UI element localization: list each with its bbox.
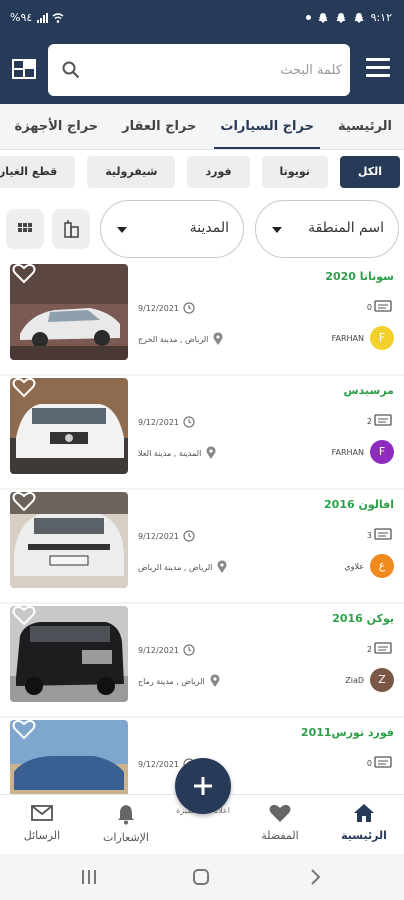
comment-count: 0 — [367, 756, 392, 770]
tab-devices[interactable]: حراج الأجهزة — [3, 104, 111, 149]
clock-icon — [183, 644, 195, 656]
battery-percent: %٩٤ — [10, 11, 33, 24]
system-nav-bar — [0, 854, 404, 900]
location-pin-icon — [213, 332, 223, 345]
back-icon[interactable] — [306, 868, 324, 886]
home-icon — [354, 804, 374, 822]
listing-title: يوكن 2016 — [332, 612, 394, 625]
status-bar: %٩٤ ٩:١٢ — [0, 0, 404, 38]
category-chips: الكل تويوتا فورد شيفرولية قطع الغيار — [0, 156, 404, 192]
clock-icon — [183, 302, 195, 314]
listing-date: 9/12/2021 — [138, 302, 195, 314]
main-tabs: الرئيسية حراج السيارات حراج العقار حراج … — [0, 104, 404, 150]
list-item[interactable]: افالون 2016 3 9/12/2021 الرياض , مدينة ا… — [0, 490, 404, 602]
heart-icon[interactable] — [12, 604, 36, 626]
notification-dot-icon — [305, 15, 311, 20]
listing-location: المدينة , مدينة العلا — [138, 446, 217, 460]
listing-location: الرياض , مدينة رماح — [138, 674, 221, 688]
home-button-icon[interactable] — [192, 868, 210, 886]
grid-view-button[interactable] — [6, 209, 44, 249]
listing-user[interactable]: FARHAN F — [332, 440, 394, 464]
comment-icon — [374, 642, 392, 654]
listing-location: الرياض , مدينة الخرج — [138, 332, 224, 346]
recent-apps-icon[interactable] — [80, 868, 98, 886]
nav-home[interactable]: الرئيسية — [324, 803, 404, 842]
search-box — [48, 44, 350, 96]
plus-icon — [194, 777, 212, 795]
listing-date: 9/12/2021 — [138, 644, 195, 656]
mail-icon — [31, 805, 53, 821]
listing-title: افالون 2016 — [324, 498, 394, 511]
avatar: F — [370, 326, 394, 350]
chip-toyota[interactable]: تويوتا — [261, 156, 328, 188]
chip-chevrolet[interactable]: شيفرولية — [87, 156, 176, 188]
location-pin-icon — [217, 560, 227, 573]
location-pin-icon — [210, 674, 220, 687]
snapchat-icon — [318, 12, 328, 23]
wifi-icon — [52, 12, 64, 23]
add-listing-button[interactable] — [175, 758, 231, 814]
list-item[interactable]: يوكن 2016 2 9/12/2021 الرياض , مدينة رما… — [0, 604, 404, 716]
tab-home[interactable]: الرئيسية — [326, 104, 404, 149]
listing-list: سوناتا 2020 0 9/12/2021 الرياض , مدينة ا… — [0, 262, 404, 794]
bell-icon — [118, 805, 134, 825]
listing-user[interactable]: ZiaD Z — [345, 668, 394, 692]
avatar: Z — [370, 668, 394, 692]
listing-location: الرياض , مدينة الرياض — [138, 560, 228, 574]
listing-title: فورد تورس2011 — [300, 726, 394, 739]
listing-user[interactable]: FARHAN F — [332, 326, 394, 350]
comment-count: 2 — [367, 642, 392, 656]
comment-icon — [374, 414, 392, 426]
listing-title: مرسيدس — [343, 384, 395, 397]
heart-icon — [269, 804, 291, 822]
avatar: F — [370, 440, 394, 464]
listing-date: 9/12/2021 — [138, 530, 195, 542]
chevron-down-icon — [117, 227, 127, 233]
snapchat-icon — [354, 12, 364, 23]
listing-date: 9/12/2021 — [138, 416, 195, 428]
chip-all[interactable]: الكل — [339, 156, 400, 188]
clock: ٩:١٢ — [370, 11, 392, 24]
chip-ford[interactable]: فورد — [187, 156, 250, 188]
comment-count: 0 — [367, 300, 392, 314]
layout-toggle-icon[interactable] — [12, 57, 36, 81]
tab-cars[interactable]: حراج السيارات — [208, 104, 326, 149]
building-icon — [64, 220, 79, 238]
location-pin-icon — [206, 446, 216, 459]
signal-icon — [37, 12, 49, 23]
region-select-label: اسم المنطقة — [308, 220, 384, 236]
nav-favorites[interactable]: المفضلة — [240, 803, 320, 842]
snapchat-icon — [336, 12, 346, 23]
comment-count: 2 — [367, 414, 392, 428]
search-icon[interactable] — [62, 61, 80, 79]
search-input[interactable] — [92, 44, 342, 96]
comment-icon — [374, 528, 392, 540]
nav-messages[interactable]: الرسائل — [2, 803, 82, 842]
chip-spare-parts[interactable]: قطع الغيار — [0, 156, 76, 188]
comment-count: 3 — [367, 528, 392, 542]
heart-icon[interactable] — [12, 262, 36, 284]
listing-user[interactable]: علاوي ع — [344, 554, 394, 578]
app-header — [0, 38, 404, 104]
list-item[interactable]: سوناتا 2020 0 9/12/2021 الرياض , مدينة ا… — [0, 262, 404, 374]
comment-icon — [374, 756, 392, 768]
chevron-down-icon — [272, 227, 282, 233]
city-select[interactable]: المدينة — [100, 200, 244, 258]
clock-icon — [183, 530, 195, 542]
list-item[interactable]: مرسيدس 2 9/12/2021 المدينة , مدينة العلا… — [0, 376, 404, 488]
clock-icon — [183, 416, 195, 428]
grid-view-icon — [18, 223, 32, 232]
heart-icon[interactable] — [12, 376, 36, 398]
menu-icon[interactable] — [366, 58, 390, 80]
building-view-button[interactable] — [52, 209, 90, 249]
listing-title: سوناتا 2020 — [325, 270, 394, 283]
nav-notifications[interactable]: الإشعارات — [86, 803, 166, 844]
tab-real-estate[interactable]: حراج العقار — [110, 104, 208, 149]
avatar: ع — [370, 554, 394, 578]
region-select[interactable]: اسم المنطقة — [255, 200, 399, 258]
city-select-label: المدينة — [189, 220, 229, 236]
heart-icon[interactable] — [12, 718, 36, 740]
comment-icon — [374, 300, 392, 312]
heart-icon[interactable] — [12, 490, 36, 512]
